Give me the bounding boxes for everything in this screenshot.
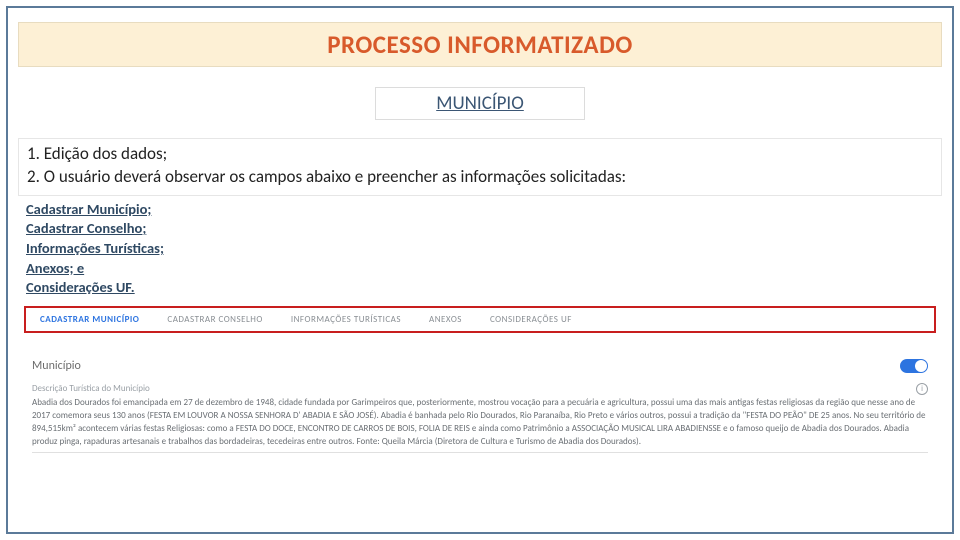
sublist-item: Informações Turísticas; (26, 239, 942, 259)
subtitle-wrap: MUNICÍPIO (18, 87, 942, 120)
tab-bar: CADASTRAR MUNICÍPIO CADASTRAR CONSELHO I… (26, 308, 934, 331)
tabs-highlight-box: CADASTRAR MUNICÍPIO CADASTRAR CONSELHO I… (24, 306, 936, 333)
slide-frame: PROCESSO INFORMATIZADO MUNICÍPIO 1. Ediç… (6, 6, 954, 534)
instruction-sublist: Cadastrar Município; Cadastrar Conselho;… (18, 198, 942, 302)
sublist-item: Cadastrar Município; (26, 200, 942, 220)
tab-anexos[interactable]: ANEXOS (429, 314, 462, 325)
instruction-line-2: 2. O usuário deverá observar os campos a… (27, 166, 933, 189)
sublist-item: Anexos; e (26, 259, 942, 279)
description-textarea[interactable]: Abadia dos Dourados foi emancipada em 27… (32, 396, 928, 453)
tab-consideracoes-uf[interactable]: CONSIDERAÇÕES UF (490, 314, 572, 325)
municipio-toggle[interactable] (900, 359, 928, 373)
description-label-row: Descrição Turística do Município i (32, 383, 928, 396)
toggle-knob (915, 360, 927, 372)
form-header: Município (32, 359, 928, 373)
sublist-item: Considerações UF. (26, 278, 942, 298)
description-label: Descrição Turística do Município (32, 383, 150, 394)
tab-cadastrar-municipio[interactable]: CADASTRAR MUNICÍPIO (40, 314, 139, 325)
sublist-item: Cadastrar Conselho; (26, 219, 942, 239)
subtitle-label: MUNICÍPIO (375, 87, 585, 120)
form-section-label: Município (32, 359, 81, 373)
tab-cadastrar-conselho[interactable]: CADASTRAR CONSELHO (167, 314, 262, 325)
instructions-box: 1. Edição dos dados; 2. O usuário deverá… (18, 138, 942, 196)
title-bar: PROCESSO INFORMATIZADO (18, 22, 942, 67)
tab-informacoes-turisticas[interactable]: INFORMAÇÕES TURÍSTICAS (291, 314, 401, 325)
page-title: PROCESSO INFORMATIZADO (19, 29, 941, 60)
form-area: Município Descrição Turística do Municíp… (24, 353, 936, 459)
info-icon[interactable]: i (916, 383, 928, 395)
instruction-line-1: 1. Edição dos dados; (27, 143, 933, 166)
